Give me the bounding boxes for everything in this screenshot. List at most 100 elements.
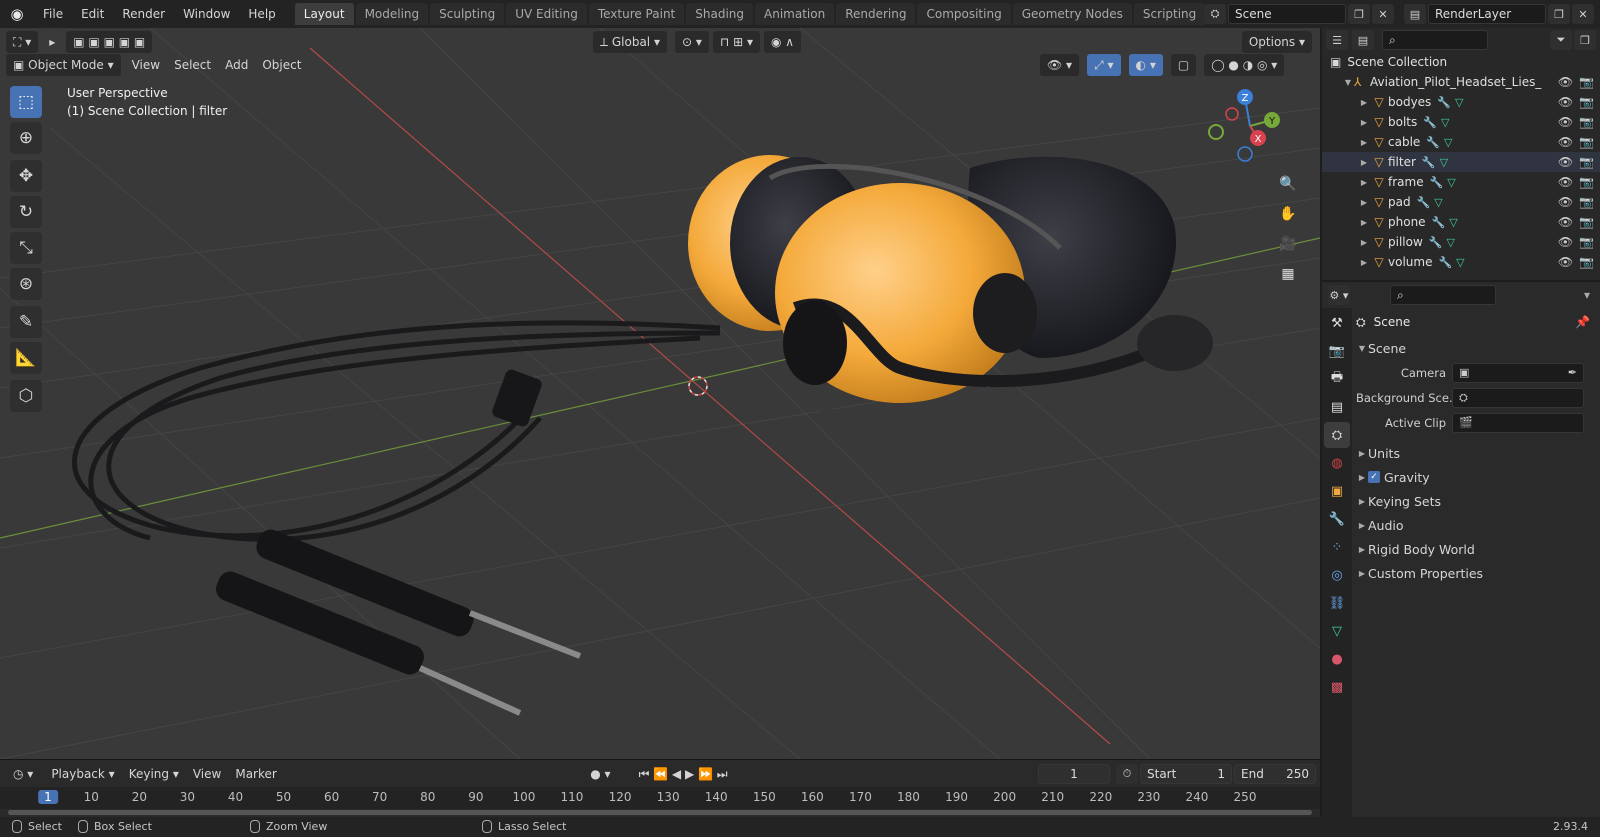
playback-controls[interactable]: ⏮ ⏪ ◀ ▶ ⏩ ⏭ xyxy=(631,763,735,785)
gizmo-toggle-icon[interactable]: ⤢ ▾ xyxy=(1087,54,1121,76)
active-clip-field[interactable]: 🎬 xyxy=(1452,412,1584,433)
modifier-wrench-icon[interactable]: 🔧 xyxy=(1426,136,1440,149)
move-tool-icon[interactable]: ✥ xyxy=(10,160,42,192)
visibility-eye-icon[interactable]: 👁 xyxy=(1558,195,1573,209)
transform-tool-icon[interactable]: ⊛ xyxy=(10,268,42,300)
properties-search-input[interactable]: ⌕ xyxy=(1390,285,1496,305)
modifier-wrench-icon[interactable]: 🔧 xyxy=(1423,116,1437,129)
object-tab-icon[interactable]: ▣ xyxy=(1324,478,1350,504)
perspective-grid-icon[interactable]: ▦ xyxy=(1274,260,1302,288)
units-panel-header[interactable]: ▶ Units xyxy=(1356,441,1600,465)
select-tool-icon[interactable]: ▸ xyxy=(42,31,63,53)
tab-animation[interactable]: Animation xyxy=(755,3,835,25)
visibility-eye-icon[interactable]: 👁 xyxy=(1558,215,1573,229)
viewport-menu-select[interactable]: Select xyxy=(167,54,218,76)
output-tab-icon[interactable]: 🖶 xyxy=(1324,366,1350,392)
render-camera-icon[interactable]: 📷 xyxy=(1579,135,1594,149)
render-camera-icon[interactable]: 📷 xyxy=(1579,255,1594,269)
timeline-menu-keying[interactable]: Keying ▾ xyxy=(122,763,186,785)
viewport-menu-add[interactable]: Add xyxy=(218,54,255,76)
visibility-eye-icon[interactable]: 👁 xyxy=(1558,175,1573,189)
outliner-object-row[interactable]: ▶ ▽ volume 🔧 ▽ 👁 📷 xyxy=(1322,252,1600,272)
outliner-object-row[interactable]: ▶ ▽ phone 🔧 ▽ 👁 📷 xyxy=(1322,212,1600,232)
visibility-eye-icon[interactable]: 👁 xyxy=(1558,75,1573,89)
new-collection-icon[interactable]: ❐ xyxy=(1574,30,1596,50)
modifier-wrench-icon[interactable]: 🔧 xyxy=(1432,216,1446,229)
texture-tab-icon[interactable]: ▩ xyxy=(1324,674,1350,700)
custom-properties-panel-header[interactable]: ▶ Custom Properties xyxy=(1356,561,1600,585)
options-dropdown[interactable]: Options ▾ xyxy=(1241,31,1312,53)
material-tab-icon[interactable]: ● xyxy=(1324,646,1350,672)
timeline-menu-view[interactable]: View xyxy=(186,763,228,785)
mesh-data-icon[interactable]: ▽ xyxy=(1441,116,1449,129)
end-frame-field[interactable]: End 250 xyxy=(1234,764,1316,784)
menu-help[interactable]: Help xyxy=(239,0,284,28)
outliner-object-row[interactable]: ▶ ▽ pad 🔧 ▽ 👁 📷 xyxy=(1322,192,1600,212)
mesh-data-icon[interactable]: ▽ xyxy=(1447,176,1455,189)
viewport-menu-view[interactable]: View xyxy=(125,54,167,76)
particles-tab-icon[interactable]: ⁘ xyxy=(1324,534,1350,560)
view-layer-tab-icon[interactable]: ▤ xyxy=(1324,394,1350,420)
expand-arrow-icon[interactable]: ▶ xyxy=(1358,98,1370,107)
selection-mode-icons[interactable]: ▣ ▣ ▣ ▣ ▣ xyxy=(66,31,153,53)
background-scene-field[interactable]: ⛭ xyxy=(1452,387,1584,408)
tab-sculpting[interactable]: Sculpting xyxy=(430,3,505,25)
tab-rendering[interactable]: Rendering xyxy=(836,3,916,25)
render-camera-icon[interactable]: 📷 xyxy=(1579,175,1594,189)
pivot-icon[interactable]: ⊙ ▾ xyxy=(674,31,709,53)
outliner-editor-type-icon[interactable]: ☰ xyxy=(1326,30,1348,50)
view-layer-field[interactable]: RenderLayer xyxy=(1428,4,1546,24)
timeline-menu-marker[interactable]: Marker xyxy=(228,763,283,785)
mesh-data-icon[interactable]: ▽ xyxy=(1446,236,1454,249)
visibility-eye-icon[interactable]: 👁 xyxy=(1558,255,1573,269)
tab-texture-paint[interactable]: Texture Paint xyxy=(588,3,685,25)
modifier-wrench-icon[interactable]: 🔧 xyxy=(1430,176,1444,189)
xray-icon[interactable]: ▢ xyxy=(1170,54,1197,76)
pan-hand-icon[interactable]: ✋ xyxy=(1274,200,1302,228)
tab-layout[interactable]: Layout xyxy=(294,3,354,25)
view-layer-icon[interactable]: ▤ xyxy=(1404,4,1426,24)
physics-tab-icon[interactable]: ◎ xyxy=(1324,562,1350,588)
annotate-tool-icon[interactable]: ✎ xyxy=(10,306,42,338)
visibility-eye-icon[interactable]: 👁 xyxy=(1558,155,1573,169)
current-frame-field[interactable]: 1 xyxy=(1038,764,1110,784)
expand-arrow-icon[interactable]: ▶ xyxy=(1358,138,1370,147)
scene-collection-row[interactable]: ▣ Scene Collection xyxy=(1322,52,1600,72)
tab-geometry-nodes[interactable]: Geometry Nodes xyxy=(1012,3,1132,25)
render-camera-icon[interactable]: 📷 xyxy=(1579,95,1594,109)
cursor-tool-icon[interactable]: ⊕ xyxy=(10,122,42,154)
select-box-tool-icon[interactable]: ⬚ xyxy=(10,86,42,118)
tab-shading[interactable]: Shading xyxy=(686,3,753,25)
modifier-wrench-icon[interactable]: 🔧 xyxy=(1417,196,1431,209)
visibility-eye-icon[interactable]: 👁 xyxy=(1558,235,1573,249)
visibility-eye-icon[interactable]: 👁 xyxy=(1558,115,1573,129)
delete-view-layer-icon[interactable]: ✕ xyxy=(1572,4,1594,24)
properties-editor-type-icon[interactable]: ⚙ ▾ xyxy=(1328,285,1350,305)
outliner-search-input[interactable]: ⌕ xyxy=(1382,30,1488,50)
mesh-data-icon[interactable]: ▽ xyxy=(1434,196,1442,209)
tab-compositing[interactable]: Compositing xyxy=(917,3,1011,25)
outliner-object-row[interactable]: ▶ ▽ frame 🔧 ▽ 👁 📷 xyxy=(1322,172,1600,192)
tab-modeling[interactable]: Modeling xyxy=(355,3,429,25)
blender-logo-icon[interactable]: ◉ xyxy=(0,5,34,23)
render-camera-icon[interactable]: 📷 xyxy=(1579,75,1594,89)
delete-scene-icon[interactable]: ✕ xyxy=(1372,4,1394,24)
expand-arrow-icon[interactable]: ▶ xyxy=(1358,118,1370,127)
visibility-eye-icon[interactable]: 👁 xyxy=(1558,95,1573,109)
gravity-panel-header[interactable]: ▶ ✓ Gravity xyxy=(1356,465,1600,489)
modifier-tab-icon[interactable]: 🔧 xyxy=(1324,506,1350,532)
mesh-data-icon[interactable]: ▽ xyxy=(1440,156,1448,169)
menu-render[interactable]: Render xyxy=(113,0,174,28)
outliner-object-row[interactable]: ▶ ▽ pillow 🔧 ▽ 👁 📷 xyxy=(1322,232,1600,252)
zoom-icon[interactable]: 🔍 xyxy=(1274,170,1302,198)
modifier-wrench-icon[interactable]: 🔧 xyxy=(1438,256,1452,269)
shading-mode-icons[interactable]: ◯ ● ◑ ◎ ▾ xyxy=(1204,54,1285,76)
tab-uv-editing[interactable]: UV Editing xyxy=(506,3,587,25)
outliner-object-row[interactable]: ▶ ▽ bodyes 🔧 ▽ 👁 📷 xyxy=(1322,92,1600,112)
start-frame-field[interactable]: Start 1 xyxy=(1140,764,1232,784)
scene-name-field[interactable]: Scene xyxy=(1228,4,1346,24)
mesh-data-icon[interactable]: ▽ xyxy=(1455,96,1463,109)
render-tab-icon[interactable]: 📷 xyxy=(1324,338,1350,364)
timeline-scrollbar[interactable] xyxy=(8,810,1312,815)
outliner-object-row[interactable]: ▶ ▽ cable 🔧 ▽ 👁 📷 xyxy=(1322,132,1600,152)
